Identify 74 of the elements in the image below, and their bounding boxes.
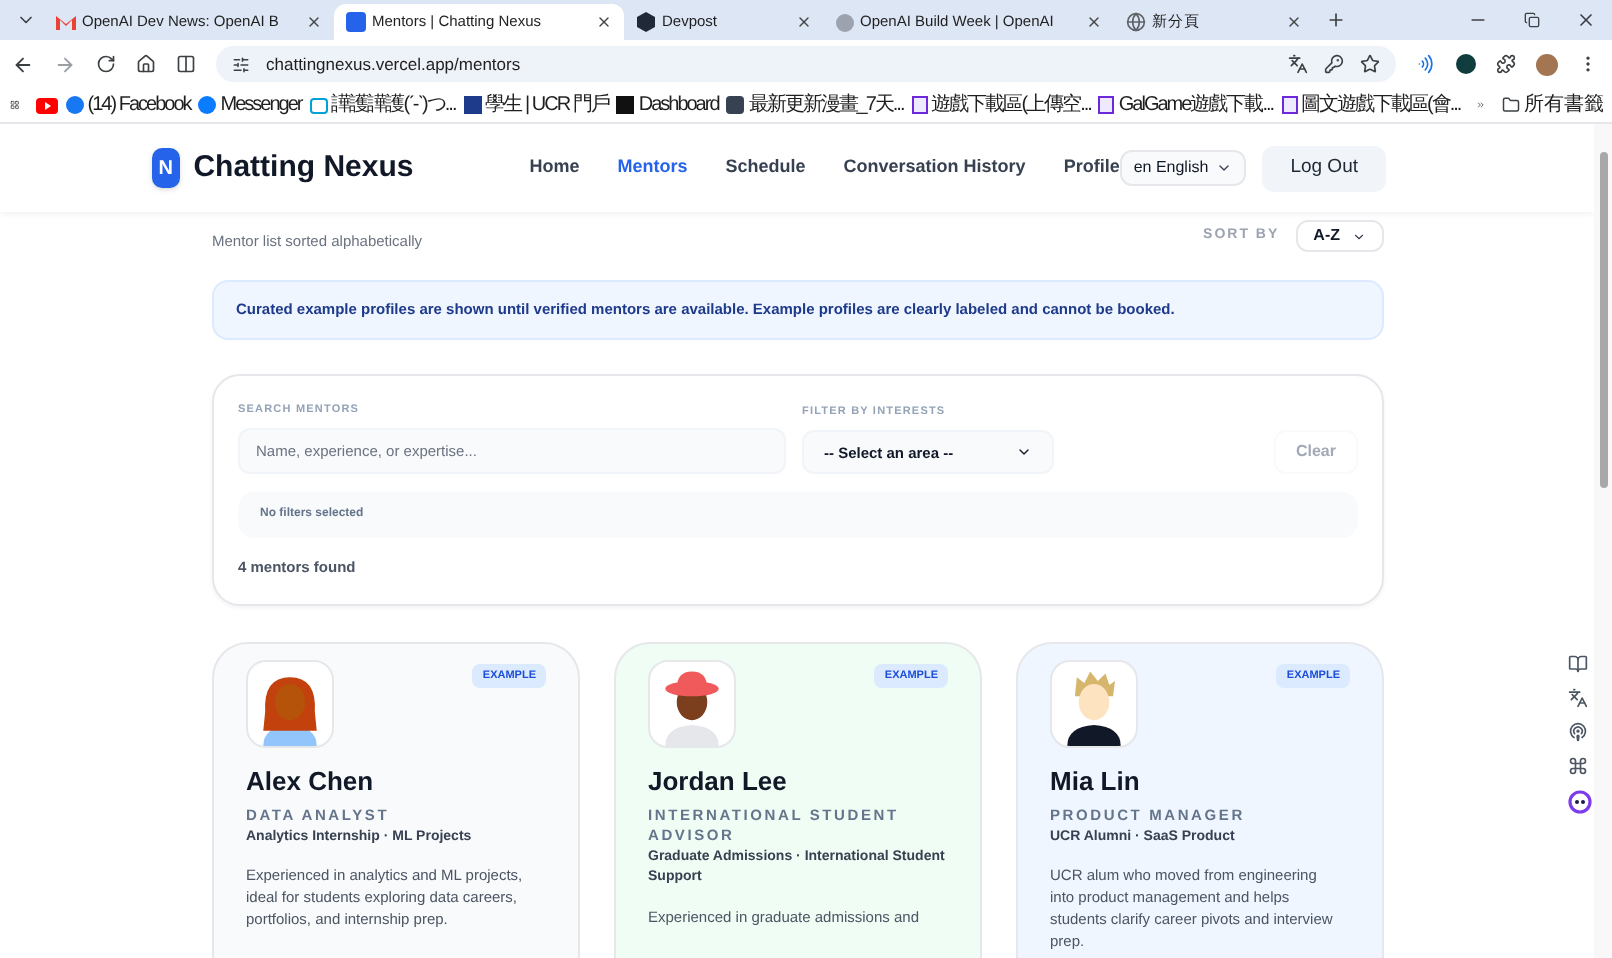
page-icon xyxy=(1098,96,1115,114)
assistant-icon[interactable] xyxy=(1568,790,1592,814)
close-icon[interactable] xyxy=(1576,10,1596,30)
square-icon xyxy=(616,96,635,114)
new-tab-icon[interactable] xyxy=(1326,10,1346,30)
star-icon[interactable] xyxy=(1360,54,1380,74)
translate-icon[interactable] xyxy=(1288,54,1308,74)
scrollbar[interactable] xyxy=(1594,124,1612,958)
nav-link[interactable]: Mentors xyxy=(617,154,688,182)
signal-icon[interactable] xyxy=(1416,54,1436,74)
book-icon[interactable] xyxy=(1568,654,1588,674)
close-icon[interactable] xyxy=(306,14,322,30)
extensions-icon[interactable] xyxy=(1496,54,1516,74)
page-icon xyxy=(1281,96,1298,114)
mentor-name: Alex Chen xyxy=(246,765,376,795)
bookmark[interactable]: GalGame遊戲下載... xyxy=(1098,90,1274,120)
hexagon-icon xyxy=(636,12,656,32)
nav-link[interactable]: Home xyxy=(529,154,580,182)
apps-icon[interactable] xyxy=(10,96,20,114)
close-icon[interactable] xyxy=(796,14,812,30)
mentor-name: Mia Lin xyxy=(1050,765,1142,795)
more-bookmarks-icon[interactable] xyxy=(1476,96,1486,114)
translate-icon[interactable] xyxy=(1568,688,1588,708)
avatar-drawing xyxy=(648,659,736,747)
mail-icon xyxy=(56,14,76,30)
address-bar[interactable]: chattingnexus.vercel.app/mentors xyxy=(216,46,1396,82)
bookmark[interactable]: Dashboard xyxy=(616,90,719,120)
close-icon[interactable] xyxy=(1286,14,1302,30)
restore-icon[interactable] xyxy=(1524,12,1540,28)
chevron-down-icon xyxy=(1216,160,1233,176)
logout-button[interactable]: Log Out xyxy=(1262,145,1386,191)
close-icon[interactable] xyxy=(1086,14,1102,30)
nav-link[interactable]: Profile xyxy=(1063,154,1120,182)
bookmark[interactable]: 學生 | UCR 門戶 xyxy=(463,90,609,120)
chat-bubble-icon xyxy=(198,96,217,114)
logo-icon: N xyxy=(152,148,180,188)
extension-icon[interactable] xyxy=(1456,54,1476,74)
avatar-drawing xyxy=(246,659,334,747)
brand-name: Chatting Nexus xyxy=(193,147,414,188)
bookmark[interactable]: 圖文遊戲下載區(會... xyxy=(1281,90,1461,120)
site-settings-icon[interactable] xyxy=(232,55,250,73)
square-icon xyxy=(463,96,482,114)
bookmark[interactable]: 譁護譁護(ˊ-ˋ)つ... xyxy=(309,90,456,120)
reload-icon[interactable] xyxy=(96,54,116,74)
language-select[interactable]: en English xyxy=(1119,150,1247,186)
chevron-down-icon xyxy=(1352,229,1366,243)
nav-link[interactable]: Schedule xyxy=(725,154,806,182)
tv-icon xyxy=(309,97,328,113)
profile-avatar-icon[interactable] xyxy=(1536,53,1558,75)
home-icon[interactable] xyxy=(136,54,156,74)
all-bookmarks[interactable]: 所有書籤 xyxy=(1502,90,1604,120)
bookmark[interactable] xyxy=(35,97,58,113)
globe-icon xyxy=(1126,12,1146,32)
command-icon[interactable] xyxy=(1568,756,1588,776)
mentor-name: Jordan Lee xyxy=(648,765,789,795)
nav-link[interactable]: Conversation History xyxy=(843,154,1026,182)
bus-icon xyxy=(726,96,745,114)
bookmark[interactable]: Messenger xyxy=(198,90,302,120)
broadcast-icon[interactable] xyxy=(1568,722,1588,742)
sort-select[interactable]: A-Z xyxy=(1295,220,1384,252)
bookmark[interactable]: (14) Facebook xyxy=(65,90,191,120)
bookmark[interactable]: 遊戲下載區(上傳空... xyxy=(911,90,1091,120)
back-icon[interactable] xyxy=(12,53,34,75)
video-icon xyxy=(35,97,58,113)
close-icon[interactable] xyxy=(596,14,612,30)
bookmark[interactable]: 最新更新漫畫_7天... xyxy=(726,90,904,120)
facebook-icon xyxy=(65,96,84,114)
avatar-drawing xyxy=(1050,659,1138,747)
key-icon[interactable] xyxy=(1324,54,1344,74)
split-view-icon[interactable] xyxy=(176,54,196,74)
forward-icon[interactable] xyxy=(54,53,76,75)
page-icon xyxy=(911,96,928,114)
app-icon xyxy=(346,12,366,32)
folder-icon xyxy=(1502,96,1520,114)
